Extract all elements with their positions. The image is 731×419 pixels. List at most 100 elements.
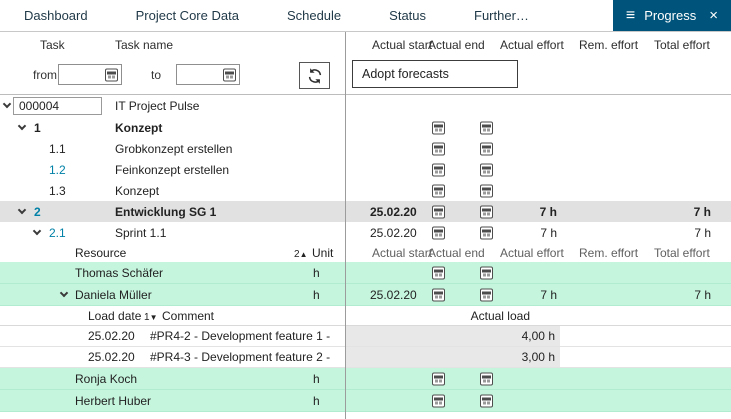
actual-start-value: 25.02.20 xyxy=(370,205,417,219)
task-row: 1 Konzept xyxy=(0,117,731,138)
task-id[interactable]: 1.2 xyxy=(49,163,66,177)
refresh-button[interactable] xyxy=(299,62,330,89)
sort-indicator: 1▼ xyxy=(144,309,157,323)
col-rem-effort: Rem. effort xyxy=(579,38,638,52)
task-name[interactable]: Sprint 1.1 xyxy=(115,226,166,240)
col-unit: Unit xyxy=(312,246,333,260)
calendar-icon[interactable] xyxy=(432,226,445,239)
calendar-icon[interactable] xyxy=(223,68,236,81)
calendar-icon[interactable] xyxy=(480,372,493,385)
tab-progress[interactable]: ≡ Progress × xyxy=(613,0,731,31)
load-row: 25.02.20 #PR4-3 - Development feature 2 … xyxy=(0,347,731,368)
close-icon[interactable]: × xyxy=(709,8,718,23)
calendar-icon[interactable] xyxy=(480,288,493,301)
col-load-date[interactable]: Load date xyxy=(88,309,141,323)
col-actual-effort: Actual effort xyxy=(500,38,564,52)
from-date-input[interactable] xyxy=(58,64,122,85)
task-name[interactable]: Feinkonzept erstellen xyxy=(115,163,229,177)
col-comment: Comment xyxy=(162,309,214,323)
col-task: Task xyxy=(40,38,65,52)
calendar-icon[interactable] xyxy=(105,68,118,81)
to-date-field[interactable] xyxy=(179,66,221,83)
col-resource[interactable]: Resource xyxy=(75,246,126,260)
resource-unit: h xyxy=(313,372,320,386)
task-name[interactable]: Konzept xyxy=(115,121,162,135)
to-label: to xyxy=(151,68,161,82)
calendar-icon[interactable] xyxy=(480,142,493,155)
resource-name[interactable]: Daniela Müller xyxy=(75,288,152,302)
to-date-input[interactable] xyxy=(176,64,240,85)
tab-schedule[interactable]: Schedule xyxy=(263,0,365,31)
task-id[interactable]: 1 xyxy=(34,121,41,135)
adopt-forecasts-button[interactable]: Adopt forecasts xyxy=(352,60,518,88)
calendar-icon[interactable] xyxy=(432,394,445,407)
task-id[interactable]: 1.1 xyxy=(49,142,66,156)
calendar-icon[interactable] xyxy=(480,394,493,407)
col-actual-end: Actual end xyxy=(428,38,485,52)
resource-unit: h xyxy=(313,266,320,280)
project-id-field[interactable] xyxy=(13,97,102,115)
resource-name[interactable]: Ronja Koch xyxy=(75,372,137,386)
load-row: 25.02.20 #PR4-2 - Development feature 1 … xyxy=(0,326,731,347)
task-name[interactable]: Entwicklung SG 1 xyxy=(115,205,216,219)
task-id[interactable]: 2 xyxy=(34,205,41,219)
col-total-effort: Total effort xyxy=(654,38,710,52)
task-row: 1.3 Konzept xyxy=(0,180,731,201)
pane-divider xyxy=(345,32,346,419)
col-actual-start: Actual start xyxy=(372,38,432,52)
calendar-icon[interactable] xyxy=(480,205,493,218)
load-date: 25.02.20 xyxy=(88,350,135,364)
tab-status[interactable]: Status xyxy=(365,0,450,31)
resource-row: Thomas Schäfer h xyxy=(0,262,731,284)
calendar-icon[interactable] xyxy=(432,184,445,197)
calendar-icon[interactable] xyxy=(432,121,445,134)
chevron-down-icon[interactable] xyxy=(3,100,11,108)
tab-further[interactable]: Further… xyxy=(450,0,553,31)
resource-name[interactable]: Herbert Huber xyxy=(75,394,151,408)
tab-progress-label: Progress xyxy=(644,8,696,23)
task-row: 2.1 Sprint 1.1 25.02.20 7 h 7 h xyxy=(0,222,731,243)
chevron-down-icon[interactable] xyxy=(33,226,41,234)
tab-project-core-data[interactable]: Project Core Data xyxy=(112,0,263,31)
actual-start-value: 25.02.20 xyxy=(370,226,417,240)
filter-row: from to Adopt forecasts xyxy=(0,57,731,95)
tab-dashboard[interactable]: Dashboard xyxy=(0,0,112,31)
chevron-down-icon[interactable] xyxy=(18,205,26,213)
sort-indicator: 2▲ xyxy=(294,246,307,260)
resource-name[interactable]: Thomas Schäfer xyxy=(75,266,163,280)
calendar-icon[interactable] xyxy=(432,163,445,176)
calendar-icon[interactable] xyxy=(480,163,493,176)
task-name[interactable]: Grobkonzept erstellen xyxy=(115,142,232,156)
calendar-icon[interactable] xyxy=(432,372,445,385)
task-id[interactable]: 2.1 xyxy=(49,226,66,240)
calendar-icon[interactable] xyxy=(432,266,445,279)
col-actual-load: Actual load xyxy=(430,309,530,323)
tab-bar: Dashboard Project Core Data Schedule Sta… xyxy=(0,0,731,32)
task-row: 2 Entwicklung SG 1 25.02.20 7 h 7 h xyxy=(0,201,731,222)
calendar-icon[interactable] xyxy=(432,205,445,218)
chevron-down-icon[interactable] xyxy=(60,288,68,296)
project-name[interactable]: IT Project Pulse xyxy=(115,99,199,113)
load-comment: #PR4-2 - Development feature 1 - xyxy=(150,329,330,343)
resource-unit: h xyxy=(313,394,320,408)
calendar-icon[interactable] xyxy=(480,266,493,279)
resource-header-row: Resource 2▲ Unit Actual start Actual end… xyxy=(0,243,731,262)
calendar-icon[interactable] xyxy=(432,142,445,155)
actual-effort-value: 7 h xyxy=(540,288,557,302)
calendar-icon[interactable] xyxy=(480,121,493,134)
task-name[interactable]: Konzept xyxy=(115,184,159,198)
total-effort-value: 7 h xyxy=(694,226,711,240)
sort-asc-icon: ▲ xyxy=(300,250,308,259)
calendar-icon[interactable] xyxy=(432,288,445,301)
menu-icon[interactable]: ≡ xyxy=(626,8,635,24)
calendar-icon[interactable] xyxy=(480,226,493,239)
task-id[interactable]: 1.3 xyxy=(49,184,66,198)
project-row: IT Project Pulse xyxy=(0,95,731,117)
from-date-field[interactable] xyxy=(61,66,103,83)
from-label: from xyxy=(33,68,57,82)
progress-window: Dashboard Project Core Data Schedule Sta… xyxy=(0,0,731,419)
col-actual-effort: Actual effort xyxy=(500,246,564,260)
chevron-down-icon[interactable] xyxy=(18,121,26,129)
calendar-icon[interactable] xyxy=(480,184,493,197)
actual-start-value: 25.02.20 xyxy=(370,288,417,302)
